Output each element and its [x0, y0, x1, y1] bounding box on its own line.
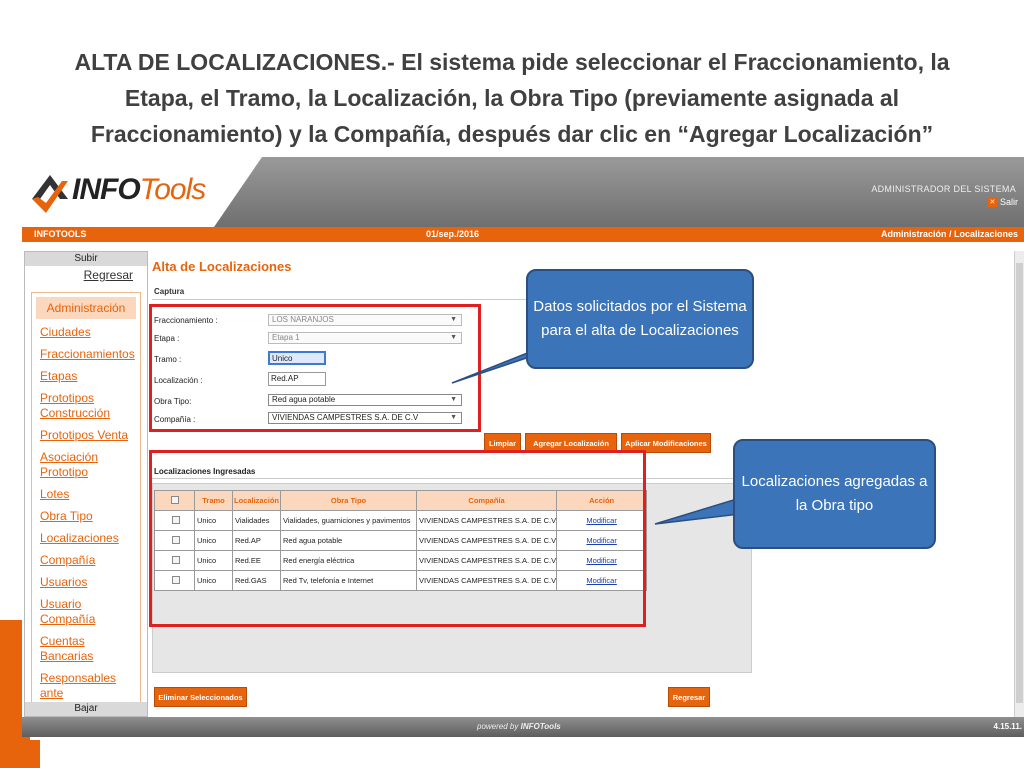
- powered-by-label: powered by INFOTools: [477, 722, 561, 731]
- logo-text: INFOTools: [72, 173, 207, 207]
- table-callout-text: Localizaciones agregadas a la Obra tipo: [741, 473, 928, 514]
- delete-selected-button[interactable]: Eliminar Seleccionados: [154, 687, 247, 707]
- close-icon: ✕: [987, 197, 997, 207]
- sidebar-item-obra-tipo[interactable]: Obra Tipo: [32, 509, 140, 524]
- form-callout-text: Datos solicitados por el Sistema para el…: [533, 298, 747, 339]
- sidebar-item-asociacion-prototipo[interactable]: Asociación Prototipo: [32, 450, 140, 480]
- corner-decoration-bottom: [0, 740, 40, 768]
- top-info-bar: INFOTOOLS 01/sep./2016 Administración / …: [22, 227, 1024, 242]
- table-callout: Localizaciones agregadas a la Obra tipo: [733, 439, 936, 549]
- slide-title: ALTA DE LOCALIZACIONES.- El sistema pide…: [74, 49, 950, 147]
- sidebar-scroll-up-button[interactable]: Subir: [25, 252, 147, 266]
- breadcrumb: Administración / Localizaciones: [880, 229, 1018, 239]
- sidebar-item-prototipos-construccion[interactable]: Prototipos Construcción: [32, 391, 140, 421]
- sidebar-item-compania[interactable]: Compañía: [32, 553, 140, 568]
- sidebar-item-responsables[interactable]: Responsables ante: [32, 671, 140, 701]
- sidebar-item-etapas[interactable]: Etapas: [32, 369, 140, 384]
- app-header: INFOTools ADMINISTRADOR DEL SISTEMA ✕ Sa…: [22, 157, 1024, 227]
- sidebar: Subir Regresar Administración Ciudades F…: [24, 251, 148, 717]
- logo-tools-text: Tools: [139, 173, 207, 206]
- sidebar-item-fraccionamientos[interactable]: Fraccionamientos: [32, 347, 140, 362]
- current-date: 01/sep./2016: [426, 229, 480, 239]
- logo-mark-icon: [32, 175, 68, 213]
- scrollbar[interactable]: [1014, 251, 1024, 717]
- sidebar-item-ciudades[interactable]: Ciudades: [32, 325, 140, 340]
- logout-button[interactable]: ✕ Salir: [987, 197, 1018, 207]
- logo-info-text: INFO: [72, 173, 141, 206]
- scrollbar-thumb[interactable]: [1016, 263, 1023, 703]
- sidebar-item-usuario-compania[interactable]: Usuario Compañía: [32, 597, 140, 627]
- sidebar-item-prototipos-venta[interactable]: Prototipos Venta: [32, 428, 140, 443]
- user-role-label: ADMINISTRADOR DEL SISTEMA: [871, 184, 1016, 194]
- sidebar-item-lotes[interactable]: Lotes: [32, 487, 140, 502]
- logout-label: Salir: [999, 197, 1018, 207]
- logo-area: INFOTools: [22, 157, 262, 227]
- section-capture-label: Captura: [154, 287, 185, 296]
- sidebar-item-localizaciones[interactable]: Localizaciones: [32, 531, 140, 546]
- sidebar-menu: Administración Ciudades Fraccionamientos…: [31, 292, 141, 704]
- sidebar-menu-title: Administración: [36, 297, 136, 319]
- sidebar-scroll-down-button[interactable]: Bajar: [25, 702, 147, 716]
- page-title: Alta de Localizaciones: [152, 259, 292, 274]
- sidebar-back-link[interactable]: Regresar: [84, 268, 133, 282]
- app-name: INFOTOOLS: [34, 229, 87, 239]
- powered-by-text: powered by: [477, 722, 519, 731]
- back-button[interactable]: Regresar: [668, 687, 710, 707]
- form-highlight-box: [149, 304, 481, 432]
- powered-by-brand: INFOTools: [520, 722, 561, 731]
- app-footer: powered by INFOTools 4.15.11.: [22, 717, 1024, 737]
- form-callout: Datos solicitados por el Sistema para el…: [526, 269, 754, 369]
- sidebar-item-usuarios[interactable]: Usuarios: [32, 575, 140, 590]
- table-highlight-box: [149, 450, 646, 627]
- sidebar-item-cuentas-bancarias[interactable]: Cuentas Bancarias: [32, 634, 140, 664]
- version-label: 4.15.11.: [993, 722, 1022, 731]
